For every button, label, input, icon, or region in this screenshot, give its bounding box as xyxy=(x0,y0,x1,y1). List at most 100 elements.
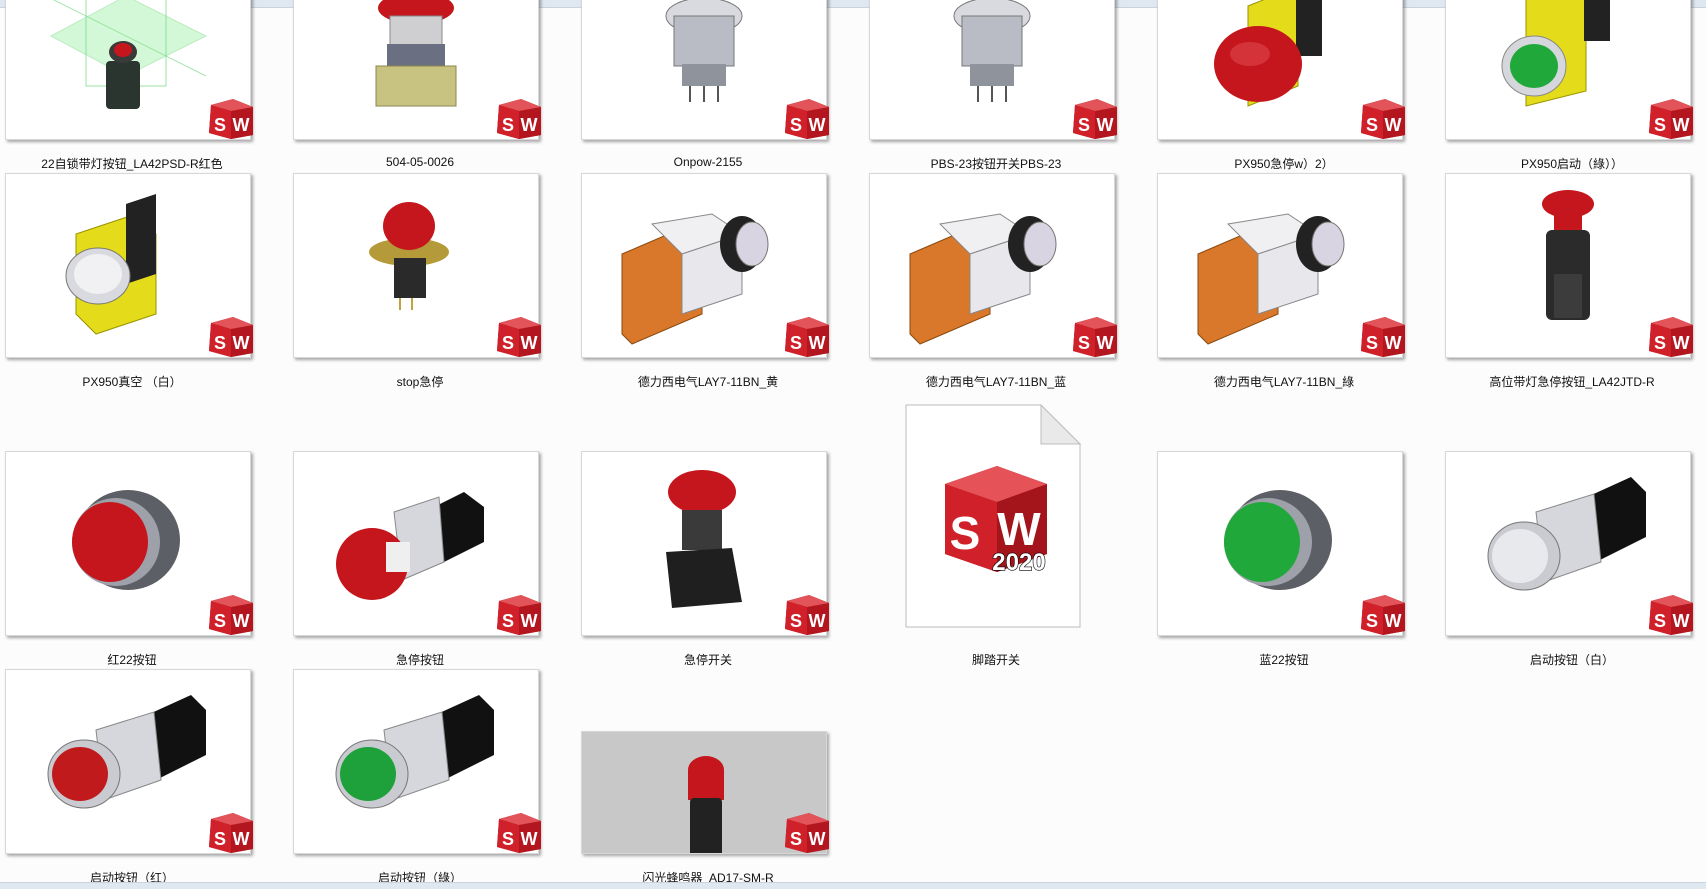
file-item[interactable]: S W xyxy=(1440,451,1704,659)
badge-w-letter: W xyxy=(1385,115,1402,135)
badge-w-letter: W xyxy=(233,115,250,135)
solidworks-2020-document-icon[interactable]: S W 2020 xyxy=(905,403,1082,628)
file-name-label: 红22按钮 xyxy=(107,653,157,667)
badge-w-letter: W xyxy=(1385,611,1402,631)
solidworks-badge-icon: S W xyxy=(207,97,255,139)
file-item[interactable]: S W xyxy=(576,451,840,659)
solidworks-badge-icon: S W xyxy=(1647,315,1695,357)
badge-w-letter: W xyxy=(809,115,826,135)
badge-s-letter: S xyxy=(502,611,514,631)
file-item[interactable]: S W xyxy=(0,451,264,659)
badge-w-letter: W xyxy=(521,333,538,353)
solidworks-badge-icon: S W xyxy=(1359,97,1407,139)
solidworks-badge-icon: S W xyxy=(1071,97,1119,139)
badge-s-letter: S xyxy=(790,611,802,631)
badge-s-letter: S xyxy=(214,115,226,135)
file-explorer-viewport: S W 22自锁带灯按钮_LA42PSD-R红色 S W 504-05-0026… xyxy=(0,0,1706,889)
solidworks-badge-icon: S W xyxy=(207,315,255,357)
badge-s-letter: S xyxy=(214,333,226,353)
file-item[interactable]: S W xyxy=(576,669,840,877)
badge-s-letter: S xyxy=(1654,333,1666,353)
badge-w-letter: W xyxy=(1385,333,1402,353)
doc-s-letter: S xyxy=(950,507,981,559)
badge-w-letter: W xyxy=(1673,333,1690,353)
file-item[interactable]: S W xyxy=(1440,0,1704,163)
file-name-label: PX950真空 （白） xyxy=(82,375,182,389)
badge-s-letter: S xyxy=(1654,115,1666,135)
badge-w-letter: W xyxy=(1673,115,1690,135)
badge-w-letter: W xyxy=(233,611,250,631)
solidworks-badge-icon: S W xyxy=(207,593,255,635)
badge-s-letter: S xyxy=(502,115,514,135)
file-name-label: stop急停 xyxy=(396,375,444,389)
file-name-label: 急停开关 xyxy=(683,653,732,667)
solidworks-badge-icon: S W xyxy=(1359,593,1407,635)
file-item[interactable]: S W xyxy=(1152,0,1416,163)
file-item[interactable]: S W xyxy=(288,669,552,877)
file-item[interactable]: S W xyxy=(864,173,1128,381)
bottom-scroll-edge xyxy=(0,882,1706,889)
file-name-label: 德力西电气LAY7-11BN_綠 xyxy=(1213,375,1355,389)
badge-s-letter: S xyxy=(1078,115,1090,135)
solidworks-badge-icon: S W xyxy=(495,315,543,357)
badge-w-letter: W xyxy=(233,829,250,849)
badge-w-letter: W xyxy=(521,829,538,849)
badge-s-letter: S xyxy=(790,333,802,353)
badge-s-letter: S xyxy=(790,115,802,135)
file-name-label: 蓝22按钮 xyxy=(1259,653,1309,667)
badge-w-letter: W xyxy=(809,829,826,849)
file-name-label: 脚踏开关 xyxy=(971,653,1020,667)
badge-w-letter: W xyxy=(521,611,538,631)
badge-w-letter: W xyxy=(1097,115,1114,135)
badge-s-letter: S xyxy=(1366,333,1378,353)
solidworks-badge-icon: S W xyxy=(1359,315,1407,357)
file-name-label: 德力西电气LAY7-11BN_蓝 xyxy=(925,375,1067,389)
file-name-label: 高位带灯急停按钮_LA42JTD-R xyxy=(1489,375,1655,389)
badge-w-letter: W xyxy=(809,611,826,631)
badge-s-letter: S xyxy=(790,829,802,849)
file-name-label: 启动按钮（白） xyxy=(1529,653,1614,667)
file-item[interactable]: S W xyxy=(1152,173,1416,381)
badge-s-letter: S xyxy=(214,611,226,631)
doc-version: 2020 xyxy=(992,549,1045,576)
file-name-label: 急停按钮 xyxy=(395,653,444,667)
badge-w-letter: W xyxy=(521,115,538,135)
file-item[interactable]: S W xyxy=(576,173,840,381)
solidworks-badge-icon: S W xyxy=(1647,97,1695,139)
badge-s-letter: S xyxy=(1078,333,1090,353)
solidworks-badge-icon: S W xyxy=(783,315,831,357)
solidworks-badge-icon: S W xyxy=(495,593,543,635)
file-name-label: PX950启动（綠）） xyxy=(1520,157,1624,171)
file-item[interactable]: S W xyxy=(1152,451,1416,659)
badge-s-letter: S xyxy=(1654,611,1666,631)
solidworks-badge-icon: S W xyxy=(495,811,543,853)
badge-s-letter: S xyxy=(1366,115,1378,135)
file-name-label: Onpow-2155 xyxy=(673,155,743,169)
file-item[interactable]: S W xyxy=(0,0,264,163)
file-item[interactable]: S W xyxy=(288,0,552,163)
badge-s-letter: S xyxy=(502,829,514,849)
file-name-label: PX950急停w）2） xyxy=(1234,157,1334,171)
badge-s-letter: S xyxy=(214,829,226,849)
badge-w-letter: W xyxy=(809,333,826,353)
solidworks-badge-icon: S W xyxy=(207,811,255,853)
file-item[interactable]: S W xyxy=(0,173,264,381)
solidworks-badge-icon: S W xyxy=(783,97,831,139)
solidworks-badge-icon: S W xyxy=(495,97,543,139)
solidworks-badge-icon: S W xyxy=(783,593,831,635)
solidworks-badge-icon: S W xyxy=(1647,593,1695,635)
badge-s-letter: S xyxy=(502,333,514,353)
badge-w-letter: W xyxy=(1673,611,1690,631)
file-item[interactable]: S W xyxy=(0,669,264,877)
badge-s-letter: S xyxy=(1366,611,1378,631)
file-item[interactable]: S W xyxy=(576,0,840,163)
badge-w-letter: W xyxy=(233,333,250,353)
file-item[interactable]: S W xyxy=(1440,173,1704,381)
file-grid: S W 22自锁带灯按钮_LA42PSD-R红色 S W 504-05-0026… xyxy=(0,0,1706,889)
file-item[interactable]: S W xyxy=(288,173,552,381)
badge-w-letter: W xyxy=(1097,333,1114,353)
file-name-label: PBS-23按钮开关PBS-23 xyxy=(930,157,1062,171)
file-name-label: 504-05-0026 xyxy=(385,155,455,169)
file-item[interactable]: S W xyxy=(864,0,1128,163)
file-item[interactable]: S W xyxy=(288,451,552,659)
